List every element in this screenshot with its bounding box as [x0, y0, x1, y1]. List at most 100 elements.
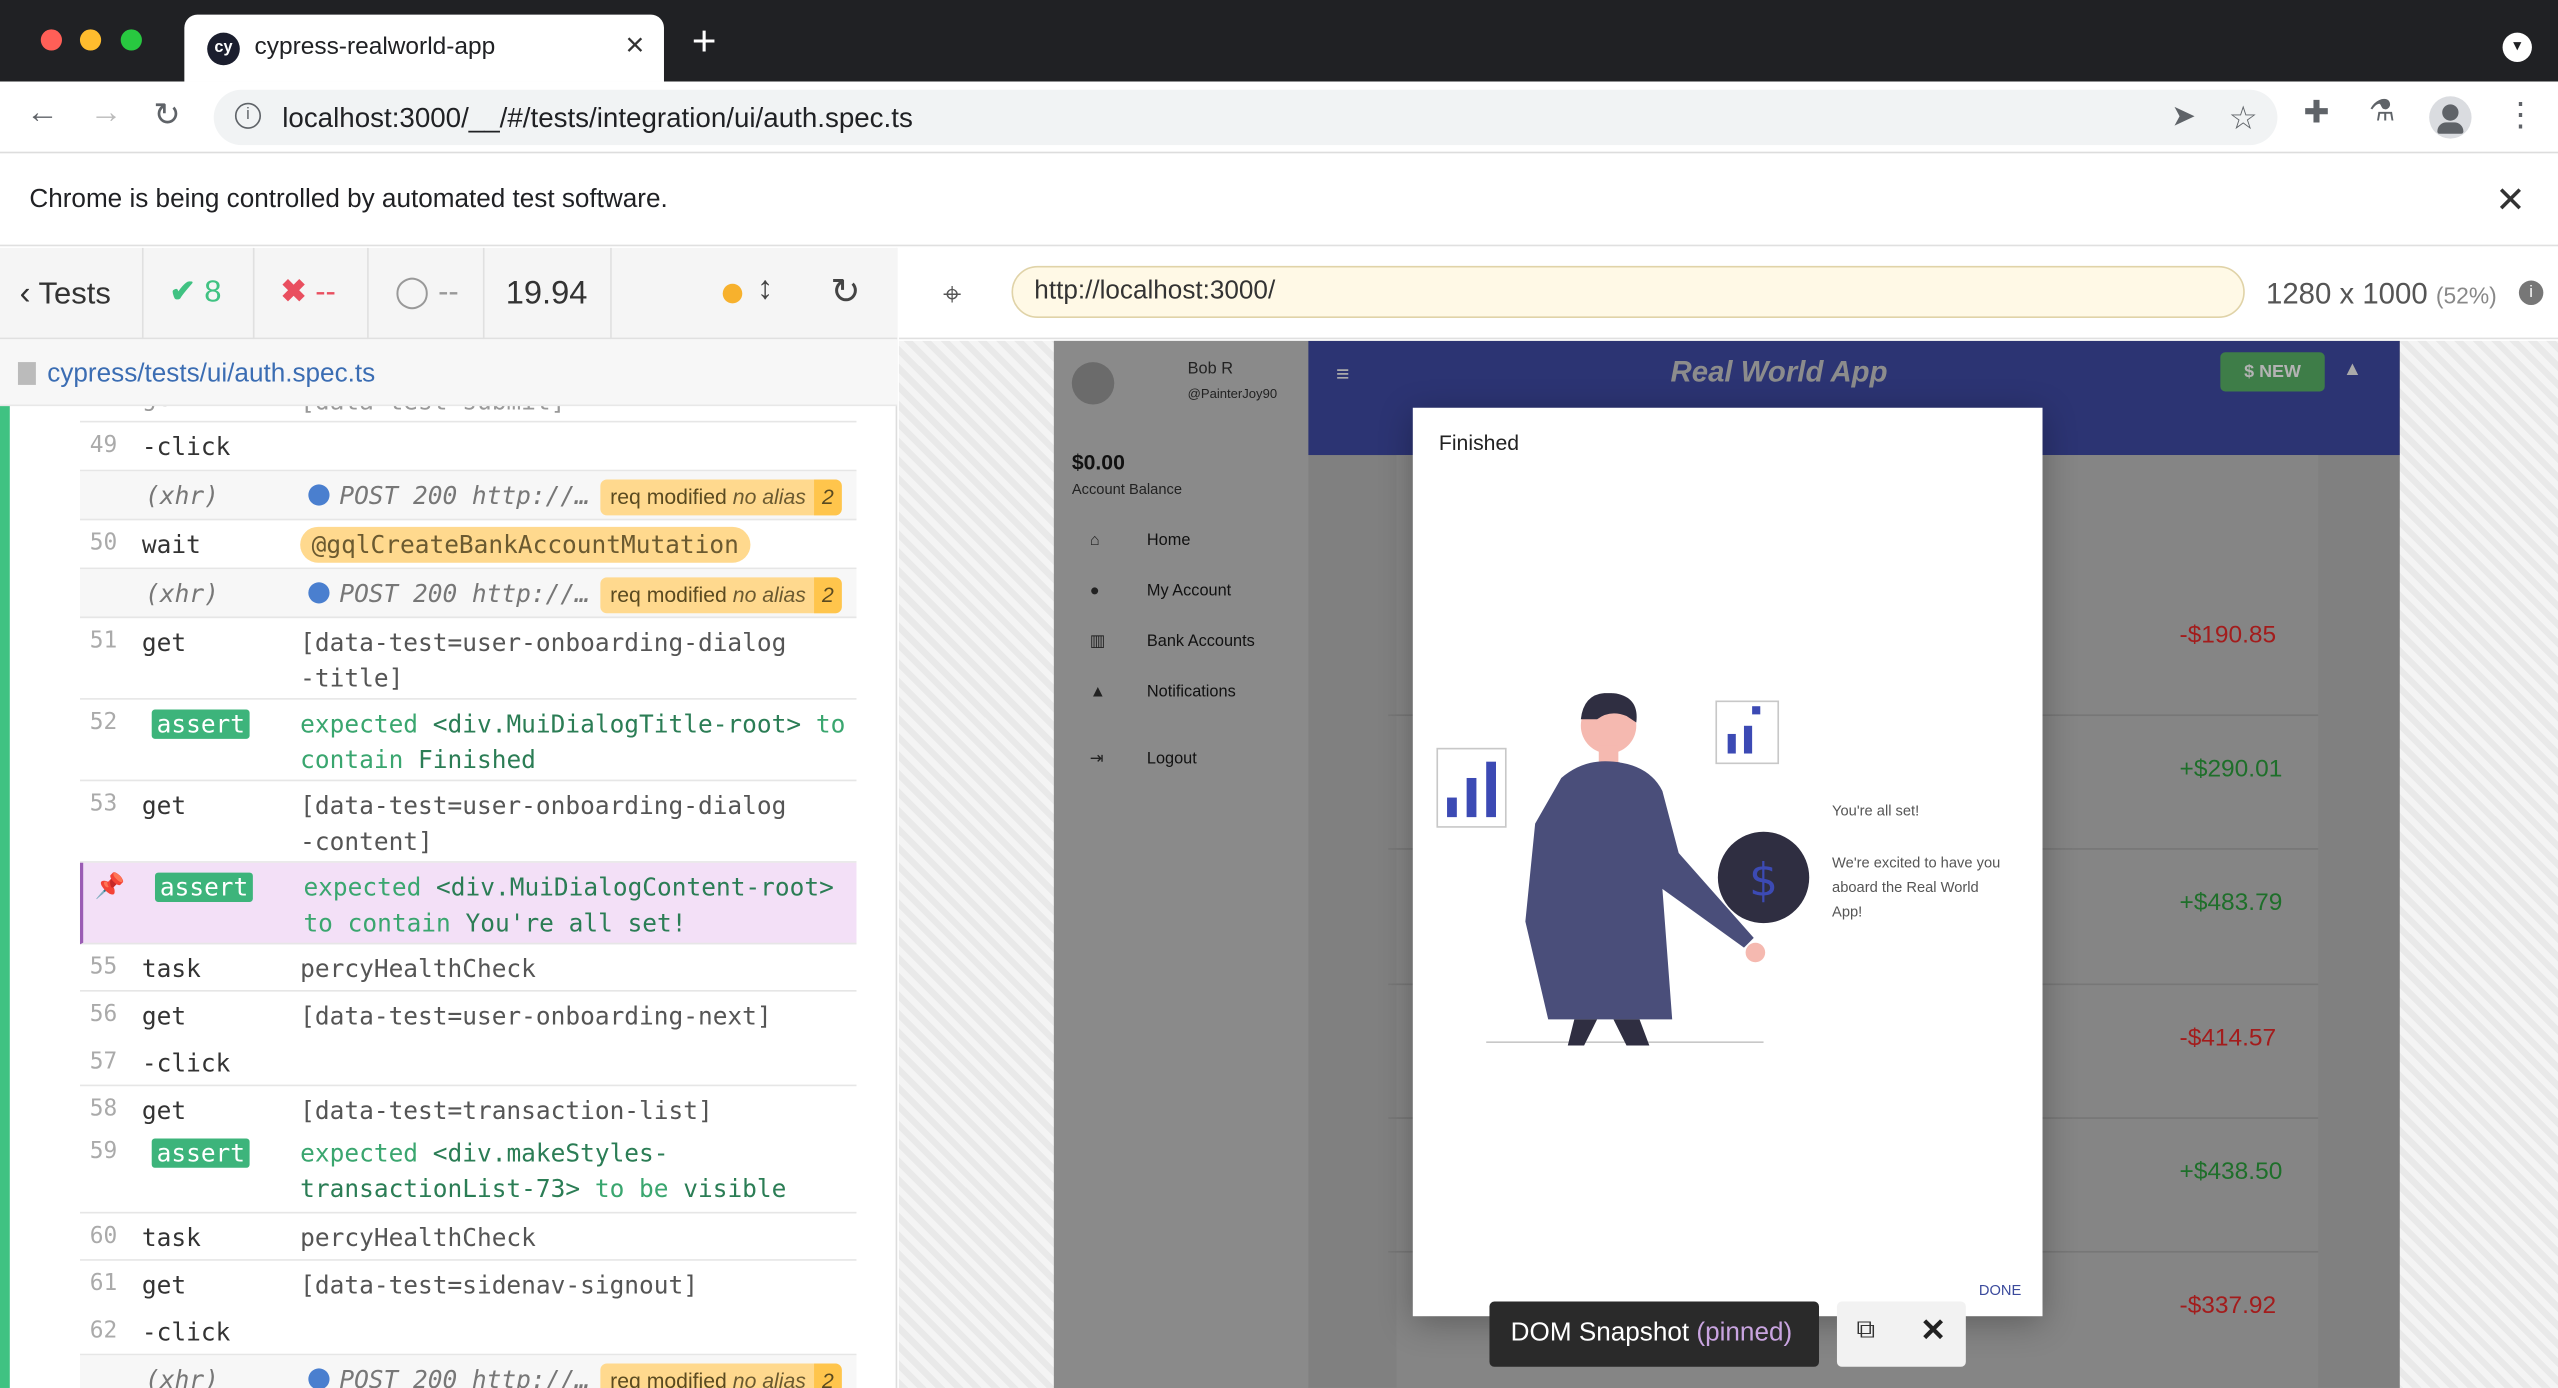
logout-icon: ⇥ [1089, 750, 1104, 769]
command-name: get [141, 1001, 187, 1031]
bookmark-star-icon[interactable]: ☆ [2229, 98, 2258, 139]
svg-text:$: $ [1749, 853, 1778, 906]
chevron-left-icon: ‹ [19, 275, 31, 312]
command-number: 53 [89, 791, 118, 818]
command-row[interactable]: 51 get [data-test=user-onboarding-dialog… [79, 618, 857, 700]
command-message: percyHealthCheck [300, 1223, 536, 1253]
assert-badge: assert [151, 1138, 250, 1168]
sidenav-notifications[interactable]: ▲ Notifications [1090, 683, 1236, 701]
xhr-row[interactable]: (xhr) POST 200 http://… req modified no … [79, 471, 857, 521]
resize-arrows-icon[interactable]: ↕ [757, 271, 773, 309]
more-menu-icon[interactable]: ⋮ [2504, 95, 2537, 136]
home-icon: ⌂ [1089, 531, 1100, 550]
command-row[interactable]: 57 -click [79, 1039, 857, 1087]
command-row[interactable]: 49 -click [79, 422, 857, 472]
pending-count-stat[interactable]: ◯ -- [369, 247, 485, 340]
xhr-row[interactable]: (xhr) POST 200 http://… req modified no … [79, 569, 857, 619]
transaction-amount: -$190.85 [2179, 621, 2277, 650]
unpin-close-icon[interactable]: ✕ [1920, 1313, 1946, 1351]
close-infobar-icon[interactable]: ✕ [2495, 179, 2525, 221]
sidenav-logout[interactable]: ⇥ Logout [1090, 750, 1197, 768]
reporter-header: ‹ Tests ✔ 8 ✖ -- ◯ -- 19.94 ↕ ↻ [0, 247, 898, 340]
request-badge: req modified no alias 2 [600, 577, 842, 614]
highlight-toggle-icon[interactable]: ⧉ [1857, 1316, 1876, 1345]
check-icon: ✔ [169, 275, 196, 310]
assert-badge: assert [151, 709, 250, 739]
failed-count-stat[interactable]: ✖ -- [254, 247, 369, 340]
viewport-info-icon[interactable]: i [2518, 280, 2544, 305]
browser-tab[interactable]: cy cypress-realworld-app × [184, 14, 664, 82]
command-row[interactable]: 53 get [data-test=user-onboarding-dialog… [79, 781, 857, 863]
maximize-window-icon[interactable] [120, 29, 142, 51]
xhr-message: POST 200 http://… [308, 579, 590, 608]
command-row[interactable]: 58 get [data-test=transaction-list] [80, 1086, 857, 1128]
command-message: expected <div.MuiDialogContent-root> to … [303, 872, 834, 938]
back-icon[interactable]: ← [26, 95, 59, 133]
command-message: [data-test=transaction-list] [300, 1096, 713, 1126]
command-number: 56 [89, 1001, 118, 1028]
command-name: -click [141, 1048, 231, 1079]
xhr-row[interactable]: (xhr) POST 200 http://… req modified no … [79, 1355, 857, 1388]
reload-icon[interactable]: ↻ [153, 95, 180, 136]
command-row[interactable]: 61 get [data-test=sidenav-signout] [80, 1261, 857, 1308]
command-number: 49 [89, 432, 118, 459]
pinned-command-row[interactable]: 📌 assert expected <div.MuiDialogContent-… [79, 862, 857, 945]
minimize-window-icon[interactable] [79, 29, 102, 51]
sidenav-bank-accounts[interactable]: ▥ Bank Accounts [1090, 633, 1255, 651]
command-row[interactable]: 59 assert expected <div.makeStyles-trans… [79, 1129, 857, 1214]
dialog-title: Finished [1438, 430, 1520, 456]
command-log: get [data-test=submit] 49 -click (xhr) P… [79, 406, 857, 1388]
bell-icon: ▲ [1089, 683, 1106, 702]
lab-flask-icon[interactable]: ⚗ [2369, 95, 2395, 129]
command-row[interactable]: 62 -click [79, 1308, 857, 1356]
selector-playground-crosshair-icon[interactable]: ⌖ [943, 277, 961, 315]
duration: 19.94 [485, 247, 612, 340]
notifications-bell-icon[interactable]: ▲ [2343, 357, 2362, 380]
close-tab-icon[interactable]: × [625, 28, 644, 66]
command-number: 51 [89, 627, 118, 655]
command-name: -click [141, 432, 231, 462]
aut-url-field[interactable]: http://localhost:3000/ [1011, 265, 2245, 319]
tests-back-button[interactable]: ‹ Tests [0, 247, 144, 340]
command-number: 58 [89, 1096, 118, 1123]
spec-file-link[interactable]: cypress/tests/ui/auth.spec.ts [47, 360, 375, 389]
command-row[interactable]: 55 task percyHealthCheck [79, 944, 857, 992]
restart-icon[interactable]: ↻ [830, 271, 860, 313]
command-name: get [141, 1096, 187, 1126]
address-url[interactable]: localhost:3000/__/#/tests/integration/ui… [282, 103, 913, 136]
xhr-status-dot-icon [308, 582, 330, 604]
pin-icon[interactable]: 📌 [95, 871, 125, 900]
transaction-amount: -$414.57 [2179, 1024, 2277, 1052]
command-number: 61 [89, 1270, 118, 1297]
command-row[interactable]: 60 task percyHealthCheck [79, 1213, 857, 1261]
command-message: [data-test=user-onboarding-dialog-conten… [300, 791, 787, 857]
running-indicator-icon [722, 283, 743, 304]
sidenav-my-account[interactable]: ● My Account [1090, 582, 1231, 600]
person-icon: ● [1089, 582, 1100, 601]
command-message: percyHealthCheck [300, 954, 536, 984]
forward-icon[interactable]: → [90, 95, 123, 133]
command-name: wait [141, 530, 201, 560]
tab-search-icon[interactable]: ▾ [2502, 32, 2532, 62]
new-tab-icon[interactable]: + [692, 20, 717, 62]
close-window-icon[interactable] [40, 29, 62, 51]
infobar-message: Chrome is being controlled by automated … [29, 185, 668, 214]
done-button[interactable]: DONE [1979, 1282, 2021, 1298]
site-info-icon[interactable]: i [234, 102, 262, 129]
send-icon[interactable]: ➤ [2171, 99, 2196, 133]
user-avatar [1071, 362, 1115, 405]
new-transaction-button[interactable]: $ NEW [2220, 352, 2325, 392]
extensions-icon[interactable]: ✚ [2304, 95, 2330, 133]
command-row[interactable]: 52 assert expected <div.MuiDialogTitle-r… [79, 700, 857, 782]
app-sidebar: Bob R @PainterJoy90 $0.00 Account Balanc… [1053, 340, 1309, 1388]
address-bar[interactable]: i localhost:3000/__/#/tests/integration/… [213, 89, 2278, 146]
command-row[interactable]: 56 get [data-test=user-onboarding-next] [80, 992, 857, 1039]
hamburger-menu-icon[interactable]: ≡ [1336, 360, 1349, 386]
passed-count-stat[interactable]: ✔ 8 [144, 247, 255, 340]
command-row[interactable]: 50 wait @gqlCreateBankAccountMutation [79, 520, 857, 570]
profile-avatar-icon[interactable] [2429, 96, 2472, 139]
sidenav-home[interactable]: ⌂ Home [1090, 532, 1191, 550]
tests-back-label: Tests [38, 277, 111, 312]
dialog-heading: You're all set! [1832, 802, 1920, 819]
command-number: 52 [89, 709, 118, 736]
